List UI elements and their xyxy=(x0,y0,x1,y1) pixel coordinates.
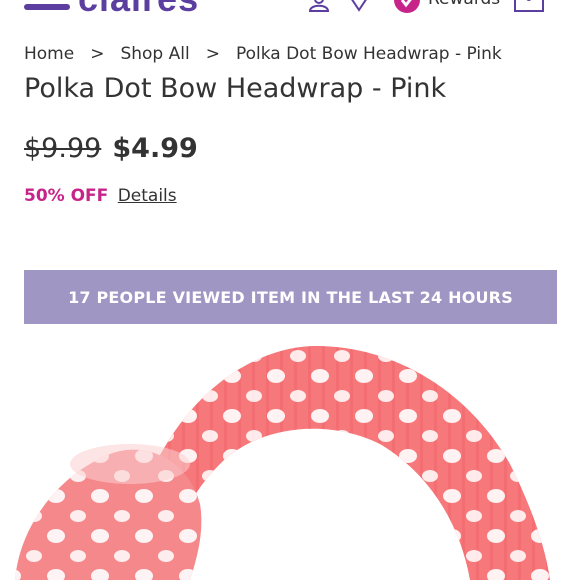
breadcrumb-separator: > xyxy=(205,44,220,64)
discount-details-link[interactable]: Details xyxy=(118,186,177,206)
headwrap-illustration xyxy=(15,345,550,580)
rewards-icon[interactable] xyxy=(392,0,422,16)
product-image[interactable] xyxy=(0,324,580,580)
views-banner-text: 17 PEOPLE VIEWED ITEM IN THE LAST 24 HOU… xyxy=(68,287,513,307)
discount-row: 50% OFF Details xyxy=(24,186,177,206)
bag-count-badge: 0 xyxy=(525,0,533,4)
price-block: $9.99 $4.99 xyxy=(24,133,198,164)
breadcrumb-separator: > xyxy=(90,44,105,64)
menu-icon[interactable] xyxy=(24,4,70,10)
rewards-label[interactable]: Rewards xyxy=(428,0,500,9)
account-icon[interactable] xyxy=(307,0,331,14)
breadcrumb-current[interactable]: Polka Dot Bow Headwrap - Pink xyxy=(236,44,502,64)
site-logo[interactable]: claires xyxy=(78,0,199,20)
discount-percent: 50% OFF xyxy=(24,186,109,206)
breadcrumb-home[interactable]: Home xyxy=(24,44,74,64)
views-banner: 17 PEOPLE VIEWED ITEM IN THE LAST 24 HOU… xyxy=(24,270,557,324)
location-pin-icon[interactable] xyxy=(347,0,371,14)
sale-price: $4.99 xyxy=(112,133,198,164)
product-title: Polka Dot Bow Headwrap - Pink xyxy=(24,73,447,104)
site-header: claires Rewards 0 xyxy=(0,0,580,20)
breadcrumb: Home > Shop All > Polka Dot Bow Headwrap - P… xyxy=(24,44,502,64)
original-price: $9.99 xyxy=(24,133,102,164)
breadcrumb-shop-all[interactable]: Shop All xyxy=(120,44,189,64)
